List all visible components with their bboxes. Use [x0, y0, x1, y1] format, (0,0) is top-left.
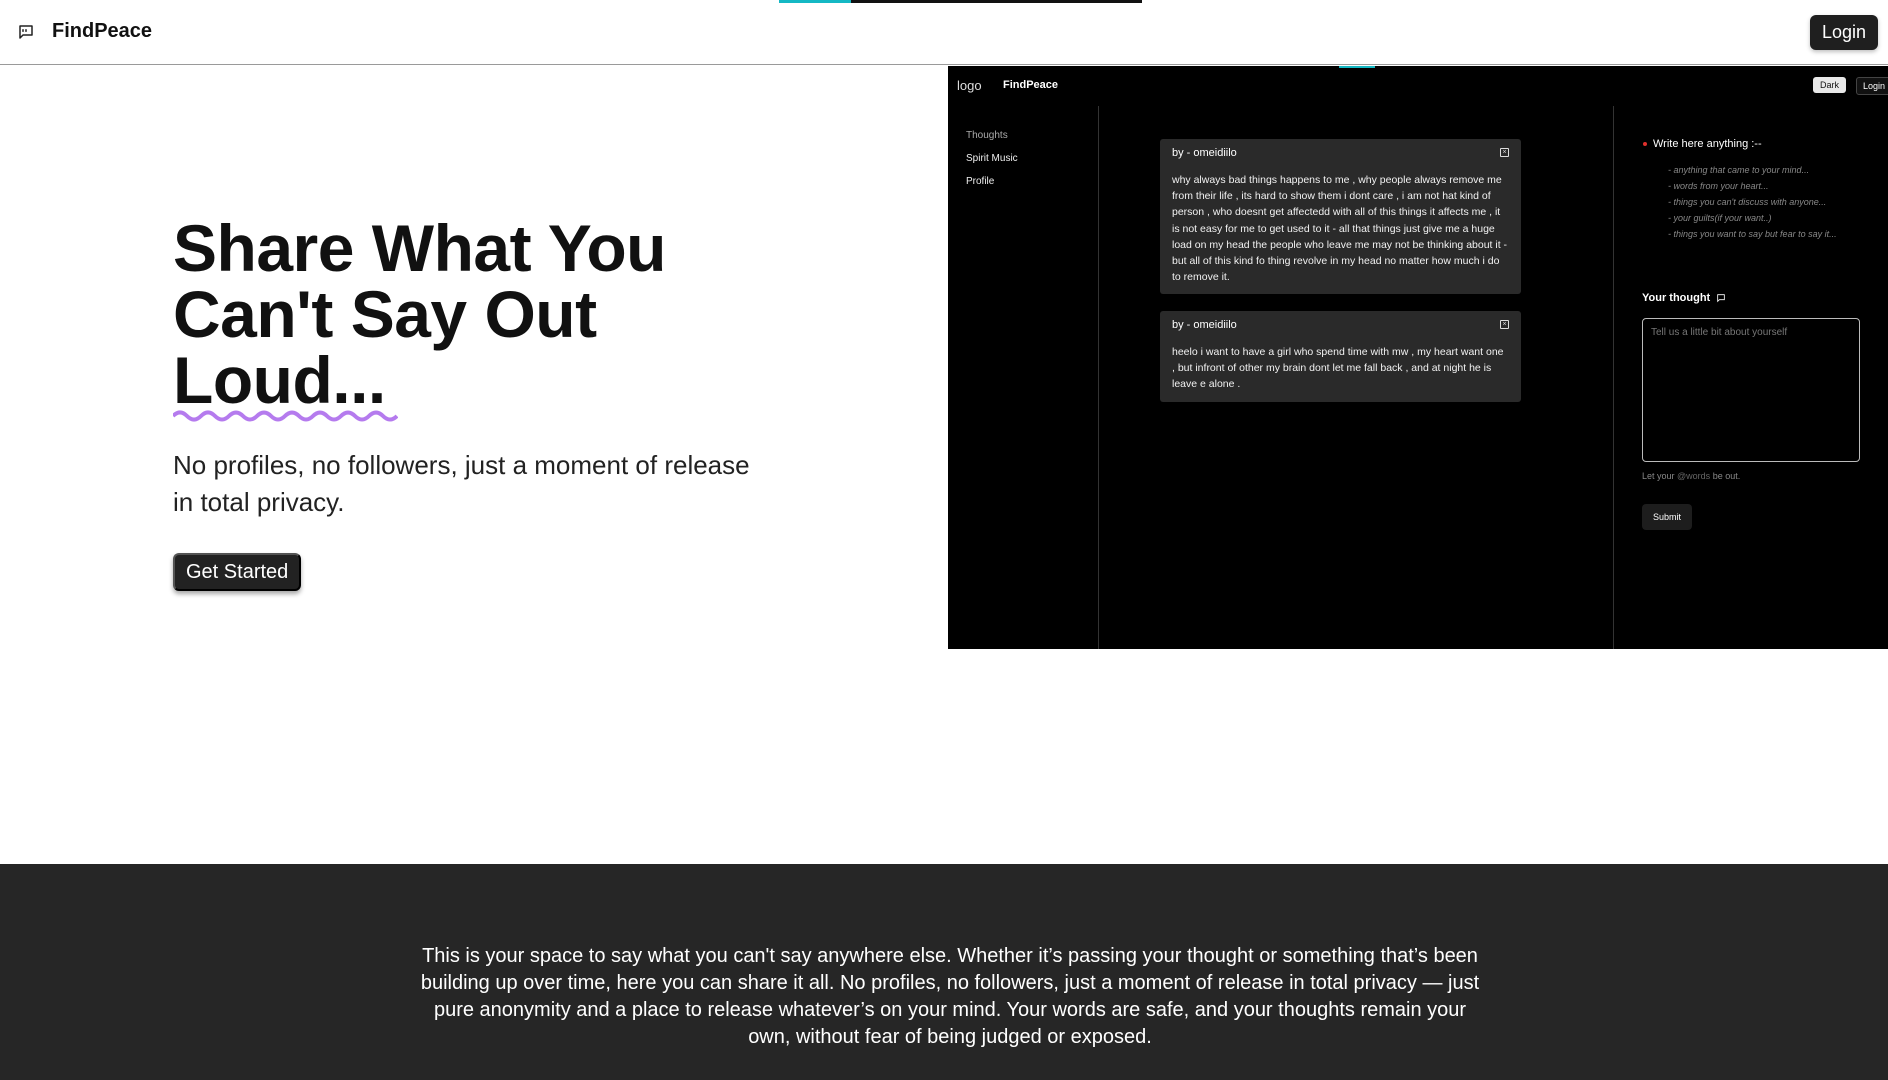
close-icon: ×: [1500, 320, 1509, 329]
preview-sidebar: Thoughts Spirit Music Profile: [948, 106, 1099, 649]
helper-at: @words: [1677, 471, 1711, 481]
hint-line: - words from your heart...: [1668, 181, 1769, 191]
thought-card: by - omeidiilo × heelo i want to have a …: [1160, 311, 1521, 402]
thought-author: by - omeidiilo: [1172, 319, 1237, 331]
message-square-icon: [1717, 294, 1726, 303]
hero-title-line2: Can't Say Out: [173, 277, 597, 351]
write-heading: Write here anything :--: [1643, 138, 1762, 150]
your-thought-text: Your thought: [1642, 292, 1711, 304]
helper-suffix: be out.: [1710, 471, 1741, 481]
get-started-button[interactable]: Get Started: [173, 553, 302, 591]
preview-brand: FindPeace: [1003, 79, 1059, 91]
hero-title-line1: Share What You: [173, 211, 666, 285]
hero-title-line3: Loud...: [173, 347, 398, 422]
thought-text: why always bad things happens to me , wh…: [1172, 174, 1508, 284]
hero-title: Share What You Can't Say Out Loud...: [173, 215, 773, 422]
hero-title-loud: Loud...: [173, 343, 386, 417]
hero-subtitle: No profiles, no followers, just a moment…: [173, 450, 750, 517]
top-navbar: FindPeace Login: [0, 0, 1888, 65]
about-section: This is your space to say what you can't…: [0, 864, 1888, 1080]
thought-textarea: Tell us a little bit about yourself: [1642, 318, 1860, 462]
close-icon: ×: [1500, 148, 1509, 157]
preview-submit-button: Submit: [1642, 504, 1693, 530]
thought-author: by - omeidiilo: [1172, 147, 1237, 159]
preview-login-button: Login: [1856, 77, 1888, 95]
preview-header: logo FindPeace Dark Login: [948, 66, 1888, 106]
preview-nav-spirit-music: Spirit Music: [966, 153, 1018, 164]
write-heading-text: Write here anything :--: [1653, 138, 1762, 150]
your-thought-label: Your thought: [1642, 292, 1726, 304]
squiggle-underline-icon: [173, 410, 398, 422]
red-dot-icon: [1643, 142, 1647, 147]
hint-line: - things you can't discuss with anyone..…: [1668, 197, 1827, 207]
thought-card: by - omeidiilo × why always bad things h…: [1160, 139, 1521, 294]
hint-line: - anything that came to your mind...: [1668, 165, 1810, 175]
brand[interactable]: FindPeace: [16, 20, 152, 43]
thought-text: heelo i want to have a girl who spend ti…: [1172, 346, 1504, 391]
scroll-progress-fill: [779, 0, 851, 3]
preview-nav-profile: Profile: [966, 176, 995, 187]
hero-section: Share What You Can't Say Out Loud... No …: [173, 215, 773, 521]
preview-dark-toggle: Dark: [1813, 77, 1847, 93]
about-text: This is your space to say what you can't…: [420, 945, 1480, 1048]
login-button[interactable]: Login: [1809, 15, 1878, 50]
message-square-icon: [16, 22, 36, 42]
hint-line: - your guilts(if your want..): [1668, 213, 1772, 223]
brand-name: FindPeace: [52, 20, 153, 42]
app-preview-screenshot: logo FindPeace Dark Login Thoughts Spiri…: [948, 66, 1888, 649]
preview-nav-thoughts: Thoughts: [966, 130, 1008, 141]
hint-line: - things you want to say but fear to say…: [1668, 229, 1837, 239]
preview-logo-image: logo: [957, 78, 982, 93]
helper-text: Let your @words be out.: [1642, 471, 1740, 481]
helper-prefix: Let your: [1642, 471, 1678, 481]
